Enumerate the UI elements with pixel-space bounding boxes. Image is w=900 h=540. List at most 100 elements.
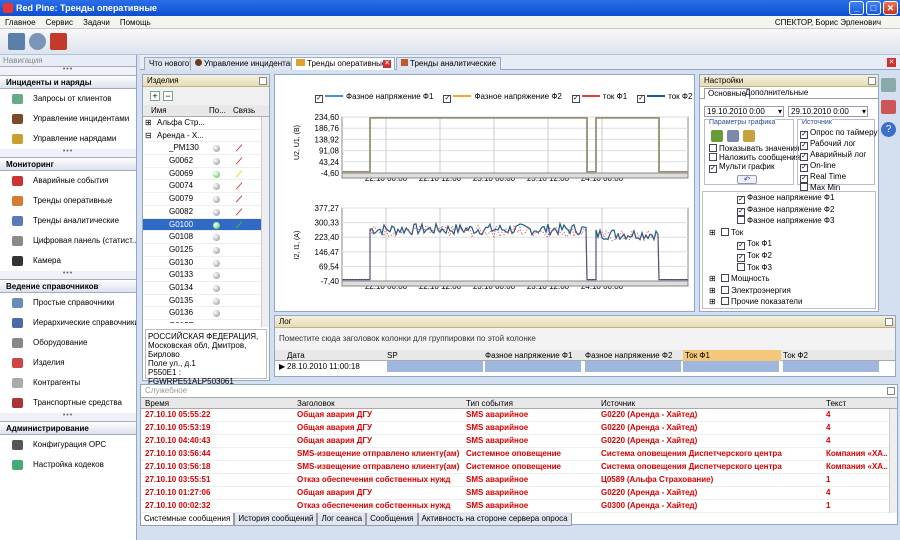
item-row[interactable]: G0134 [143,282,269,295]
nav-item[interactable]: Тренды аналитические [0,211,136,231]
item-row[interactable]: G0108 [143,231,269,244]
tree-node[interactable]: ⊞ Прочие показатели [703,296,875,308]
option-checkbox[interactable]: ✓ Real Time [800,172,877,183]
tree-group[interactable]: ⊞ Альфа Стр... [143,117,269,130]
collapse-all-icon[interactable]: − [163,91,173,101]
service-row[interactable]: 27.10.10 00:02:32 Отказ обеспечения собст… [141,500,897,513]
print-graph-icon[interactable] [743,130,755,142]
nav-item[interactable]: Запросы от клиентов [0,89,136,109]
checkbox[interactable] [709,144,717,152]
tree-node[interactable]: ✓ Ток Ф2 [703,250,875,262]
nav-section-title[interactable]: Инциденты и наряды [0,75,136,89]
bottom-tab[interactable]: История сообщений [234,513,318,526]
nav-section-title[interactable]: Администрирование [0,421,136,435]
checkbox[interactable] [737,216,745,225]
item-row[interactable]: G0125 [143,244,269,257]
checkbox[interactable]: ✓ [800,142,808,150]
nav-item[interactable]: Тренды оперативные [0,191,136,211]
checkbox[interactable] [721,274,729,283]
item-row[interactable]: G0130 [143,257,269,270]
checkbox[interactable] [721,297,729,306]
checkbox[interactable] [721,227,729,236]
exit-icon[interactable] [50,33,67,50]
tab-additional[interactable]: Дополнительные [742,88,811,98]
col-link[interactable]: Связь [233,105,255,117]
menu-help[interactable]: Помощь [115,16,156,29]
nav-item[interactable]: Цифровая панель (статист... [0,231,136,251]
log-col-header[interactable]: Фазное напряжение Ф1 [485,350,572,361]
item-row[interactable]: _PM130 ⟋ [143,142,269,156]
checkbox[interactable]: ✓ [800,175,808,183]
log-cell[interactable] [387,361,483,372]
option-checkbox[interactable]: ✓ Опрос по таймеру [800,128,877,139]
checkbox[interactable] [737,262,745,271]
nav-item[interactable]: Контрагенты [0,373,136,393]
service-row[interactable]: 27.10.10 03:56:44 SMS-извещение отправлен… [141,448,897,461]
checkbox[interactable]: ✓ [800,131,808,139]
item-row[interactable]: G0137 [143,320,269,323]
log-col-header[interactable]: Дата [287,350,305,361]
tree-node[interactable]: Фазное напряжение Ф3 [703,215,875,227]
mail-icon[interactable] [8,33,25,50]
service-row[interactable]: 27.10.10 05:55:22 Общая авария ДГУ SMS ава… [141,409,897,422]
checkbox[interactable]: ✓ [800,153,808,161]
expand-icon[interactable]: ⊞ [709,285,716,296]
checkbox[interactable] [800,183,808,191]
nav-section-title[interactable]: Ведение справочников [0,279,136,293]
nav-item[interactable]: Изделия [0,353,136,373]
checkbox[interactable] [709,153,717,161]
checkbox[interactable]: ✓ [709,165,717,173]
printer-icon[interactable] [881,78,896,92]
item-row[interactable]: G0133 [143,269,269,282]
nav-item[interactable]: Управление нарядами [0,129,136,149]
close-tab-icon[interactable]: ✕ [383,60,391,68]
menu-main[interactable]: Главное [0,16,41,29]
nav-item[interactable]: Транспортные средства [0,393,136,413]
service-row[interactable]: 27.10.10 03:55:51 Отказ обеспечения собст… [141,474,897,487]
tree-node[interactable]: ✓ Ток Ф1 [703,238,875,251]
service-row[interactable]: 27.10.10 04:40:43 Общая авария ДГУ SMS ава… [141,435,897,448]
section-splitter[interactable]: ••• [0,148,136,157]
log-cell[interactable]: 28.10.2010 11:00:18 [287,361,383,372]
checkbox[interactable]: ✓ [800,164,808,172]
group-by-area[interactable]: Поместите сюда заголовок колонки для гру… [275,328,895,350]
close-all-icon[interactable]: ✕ [887,58,896,67]
bottom-tab[interactable]: Сообщения [366,513,418,526]
nav-section-title[interactable]: Мониторинг [0,157,136,171]
tree-node[interactable]: ✓ Фазное напряжение Ф1 [703,192,875,204]
item-row[interactable]: G0135 [143,295,269,308]
expand-icon[interactable]: ⊞ [709,227,716,238]
item-row[interactable]: G0100 ⟋ [143,218,269,232]
option-checkbox[interactable]: Наложить сообщения [709,153,800,162]
log-col-header[interactable]: SP [387,350,398,361]
section-splitter[interactable]: ••• [0,270,136,279]
collapse-icon[interactable]: ⊟ [145,130,152,142]
item-row[interactable]: G0082 ⟋ [143,206,269,219]
date-from-picker[interactable]: 19.10.2010 0:00 ▾ [704,106,784,117]
option-checkbox[interactable]: ✓ Аварийный лог [800,150,877,161]
tab-incidents[interactable]: Управление инцидентами [190,57,306,70]
pin-icon[interactable] [885,318,893,326]
bottom-tab[interactable]: Активность на стороне сервера опроса [417,513,572,526]
checkbox[interactable] [721,285,729,294]
tree-node[interactable]: ⊞ Ток [703,227,875,239]
section-splitter[interactable]: ••• [0,66,136,75]
tab-operational-trends[interactable]: Тренды оперативные ✕ [291,57,395,70]
log-col-header[interactable]: Фазное напряжение Ф2 [585,350,672,361]
tab-analytical-trends[interactable]: Тренды аналитические [396,57,502,70]
bottom-tab[interactable]: Лог сеанса [317,513,367,526]
item-row[interactable]: G0079 ⟋ [143,193,269,206]
nav-item[interactable]: Настройка кодеков [0,455,136,475]
option-checkbox[interactable]: Показывать значения [709,144,800,153]
nav-item[interactable]: Аварийные события [0,171,136,191]
expand-all-icon[interactable]: + [150,91,160,101]
log-cell[interactable] [783,361,879,372]
nav-item[interactable]: Иерархические справочники [0,313,136,333]
tree-node[interactable]: Ток Ф3 [703,262,875,274]
tree-node[interactable]: ⊞ Мощность [703,273,875,285]
tree-node[interactable]: ⊞ Электроэнергия [703,285,875,297]
voltage-scrollbar[interactable] [341,172,689,179]
log-col-header[interactable]: Ток Ф2 [783,350,808,361]
pin-icon[interactable] [887,387,895,395]
log-cell[interactable] [485,361,581,372]
